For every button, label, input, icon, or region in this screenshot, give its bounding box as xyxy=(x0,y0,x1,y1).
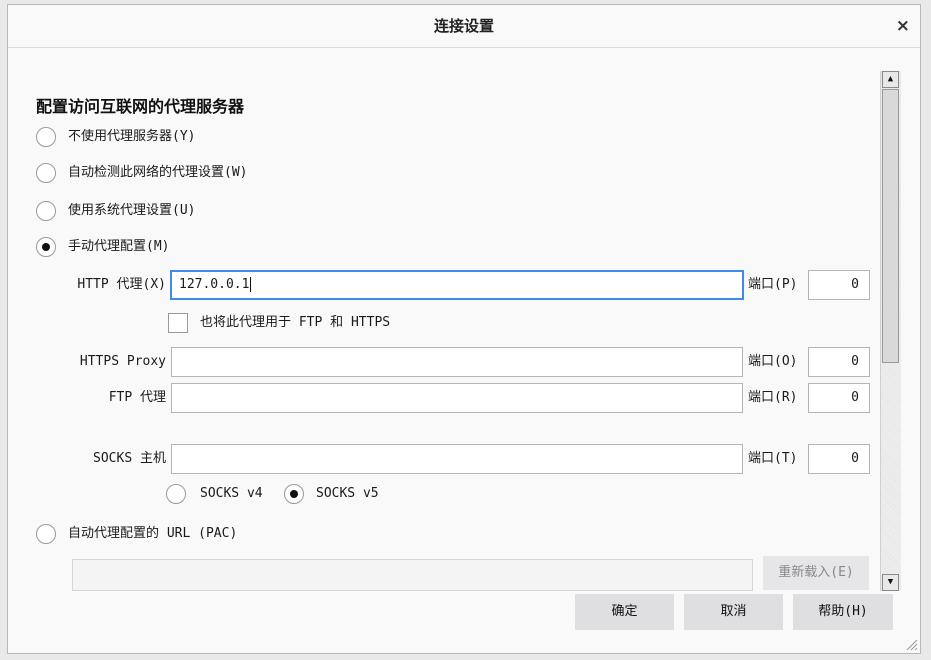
section-title: 配置访问互联网的代理服务器 xyxy=(36,97,245,116)
also-use-proxy-label: 也将此代理用于 FTP 和 HTTPS xyxy=(200,315,391,330)
radio-socks-v4-label: SOCKS v4 xyxy=(200,486,263,501)
radio-auto-detect[interactable] xyxy=(36,163,56,183)
scroll-up-icon[interactable]: ▲ xyxy=(882,71,899,88)
scrollbar-thumb[interactable] xyxy=(882,89,899,363)
socks-host-input[interactable] xyxy=(171,444,743,474)
resize-grip-icon[interactable] xyxy=(904,637,918,651)
https-proxy-label: HTTPS Proxy xyxy=(79,354,166,369)
socks-port-label: 端口(T) xyxy=(748,451,798,466)
http-proxy-label: HTTP 代理(X) xyxy=(77,277,166,292)
ftp-proxy-input[interactable] xyxy=(171,383,743,413)
socks-port-input[interactable]: 0 xyxy=(808,444,870,474)
radio-socks-v5-label: SOCKS v5 xyxy=(316,486,379,501)
help-button[interactable]: 帮助(H) xyxy=(793,594,893,630)
ftp-proxy-label: FTP 代理 xyxy=(108,390,166,405)
https-port-input[interactable]: 0 xyxy=(808,347,870,377)
radio-auto-detect-label: 自动检测此网络的代理设置(W) xyxy=(68,165,248,180)
ftp-port-label: 端口(R) xyxy=(748,390,798,405)
reload-pac-button[interactable]: 重新载入(E) xyxy=(763,556,869,590)
radio-manual-proxy-label: 手动代理配置(M) xyxy=(68,239,170,254)
also-use-proxy-checkbox[interactable] xyxy=(168,313,188,333)
radio-no-proxy[interactable] xyxy=(36,127,56,147)
radio-system-proxy-label: 使用系统代理设置(U) xyxy=(68,203,196,218)
pac-url-input[interactable] xyxy=(72,559,753,591)
https-proxy-input[interactable] xyxy=(171,347,743,377)
http-port-label: 端口(P) xyxy=(748,277,798,292)
http-port-input[interactable]: 0 xyxy=(808,270,870,300)
ok-button[interactable]: 确定 xyxy=(575,594,674,630)
https-port-label: 端口(O) xyxy=(748,354,798,369)
radio-manual-proxy[interactable] xyxy=(36,237,56,257)
radio-no-proxy-label: 不使用代理服务器(Y) xyxy=(68,129,196,144)
ftp-port-input[interactable]: 0 xyxy=(808,383,870,413)
radio-pac-url-label: 自动代理配置的 URL (PAC) xyxy=(68,526,238,541)
text-caret xyxy=(250,277,252,292)
dialog-title: 连接设置 xyxy=(433,17,494,35)
http-proxy-input[interactable]: 127.0.0.1 xyxy=(170,270,744,300)
radio-socks-v5[interactable] xyxy=(284,484,304,504)
cancel-button[interactable]: 取消 xyxy=(684,594,783,630)
radio-pac-url[interactable] xyxy=(36,524,56,544)
radio-socks-v4[interactable] xyxy=(166,484,186,504)
socks-host-label: SOCKS 主机 xyxy=(93,451,166,466)
connection-settings-dialog: 连接设置 × 配置访问互联网的代理服务器 不使用代理服务器(Y) 自动检测此网络… xyxy=(7,4,921,654)
scrollbar[interactable]: ▲ ▼ xyxy=(880,71,901,591)
radio-system-proxy[interactable] xyxy=(36,201,56,221)
dialog-titlebar: 连接设置 × xyxy=(8,5,920,48)
close-icon[interactable]: × xyxy=(896,5,910,47)
http-proxy-value: 127.0.0.1 xyxy=(179,277,250,292)
scroll-down-icon[interactable]: ▼ xyxy=(882,574,899,591)
